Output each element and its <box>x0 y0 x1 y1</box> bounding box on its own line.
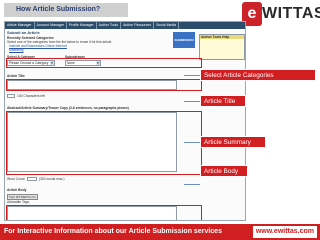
callout-connector-body <box>184 184 200 185</box>
chars-left-counter <box>7 94 15 98</box>
page-heading: Submit an Article <box>7 30 40 35</box>
body-highlight <box>6 205 202 220</box>
chars-left-text: 100 Characters left <box>17 94 45 98</box>
word-count-note: (300 words max.) <box>39 177 65 181</box>
summary-label: Abstract/Article Summary/Teaser Copy (2-… <box>7 106 129 110</box>
title-highlight <box>6 79 202 91</box>
callout-summary: Article Summary <box>200 136 266 148</box>
promo-banner[interactable]: SUBMISSION <box>173 32 195 48</box>
callout-connector-categories <box>184 75 200 76</box>
word-count-label: Word Count <box>7 177 25 181</box>
allowable-tags-label: Allowable Tags: <box>7 200 30 204</box>
callout-title: Article Title <box>200 95 246 107</box>
callout-connector-summary <box>184 142 200 143</box>
nav-item-profile-manager[interactable]: Profile Manager <box>67 22 97 29</box>
nav-item-author-resources[interactable]: Author Resources <box>121 22 155 29</box>
summary-highlight <box>6 111 202 175</box>
ewittas-logo: e WITTAS <box>242 2 320 26</box>
article-title-label: Article Title <box>7 74 25 78</box>
slide-title: How Article Submission? <box>4 3 128 17</box>
footer-bar: For Interactive Information about our Ar… <box>0 224 320 240</box>
callout-body: Article Body <box>200 165 248 177</box>
article-body-label: Article Body <box>7 188 27 192</box>
recent-category-link-2[interactable]: Marketing <box>9 48 23 52</box>
callout-categories: Select Article Categories <box>200 69 316 81</box>
logo-wordmark: WITTAS <box>262 5 320 22</box>
category-highlight <box>6 58 202 68</box>
nav-item-account-manager[interactable]: Account Manager <box>35 22 67 29</box>
footer-text: For Interactive Information about our Ar… <box>4 228 222 235</box>
author-tools-panel: Author Tools Help <box>199 34 245 60</box>
callout-connector-title <box>184 101 200 102</box>
nav-item-social-media[interactable]: Social Media <box>154 22 180 29</box>
nav-item-author-tools[interactable]: Author Tools <box>97 22 122 29</box>
author-tools-title: Author Tools Help <box>200 35 244 39</box>
nav-item-article-manager[interactable]: Article Manager <box>5 22 35 29</box>
footer-url-link[interactable]: www.ewittas.com <box>252 226 317 238</box>
article-submission-screenshot: Article Manager Account Manager Profile … <box>4 21 246 221</box>
site-nav-bar: Article Manager Account Manager Profile … <box>5 22 245 29</box>
word-count-box <box>27 177 37 181</box>
